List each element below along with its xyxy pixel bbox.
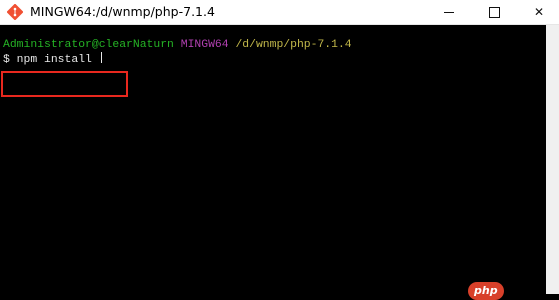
- terminal-window: MINGW64:/d/wnmp/php-7.1.4 ✕ Administrato…: [0, 0, 559, 300]
- prompt-user-host: Administrator@clearNaturn: [3, 39, 174, 51]
- text-cursor: [100, 52, 102, 63]
- git-bash-icon: [7, 4, 23, 20]
- highlight-box: [1, 71, 128, 97]
- close-button[interactable]: ✕: [520, 0, 558, 24]
- vertical-scrollbar[interactable]: [546, 25, 559, 294]
- prompt-cwd: /d/wnmp/php-7.1.4: [235, 39, 352, 51]
- command-text: $ npm install: [3, 54, 99, 66]
- close-icon: ✕: [533, 5, 545, 19]
- maximize-icon: [488, 6, 500, 18]
- watermark-badge: php: [468, 282, 504, 300]
- maximize-button[interactable]: [475, 0, 513, 24]
- minimize-button[interactable]: [430, 0, 468, 24]
- window-title: MINGW64:/d/wnmp/php-7.1.4: [30, 4, 215, 19]
- title-bar[interactable]: MINGW64:/d/wnmp/php-7.1.4 ✕: [0, 0, 559, 25]
- prompt-line: Administrator@clearNaturn MINGW64 /d/wnm…: [3, 38, 352, 52]
- command-line[interactable]: $ npm install: [3, 52, 102, 67]
- prompt-system: MINGW64: [180, 39, 229, 51]
- minimize-icon: [444, 11, 454, 13]
- terminal-output[interactable]: Administrator@clearNaturn MINGW64 /d/wnm…: [0, 25, 546, 294]
